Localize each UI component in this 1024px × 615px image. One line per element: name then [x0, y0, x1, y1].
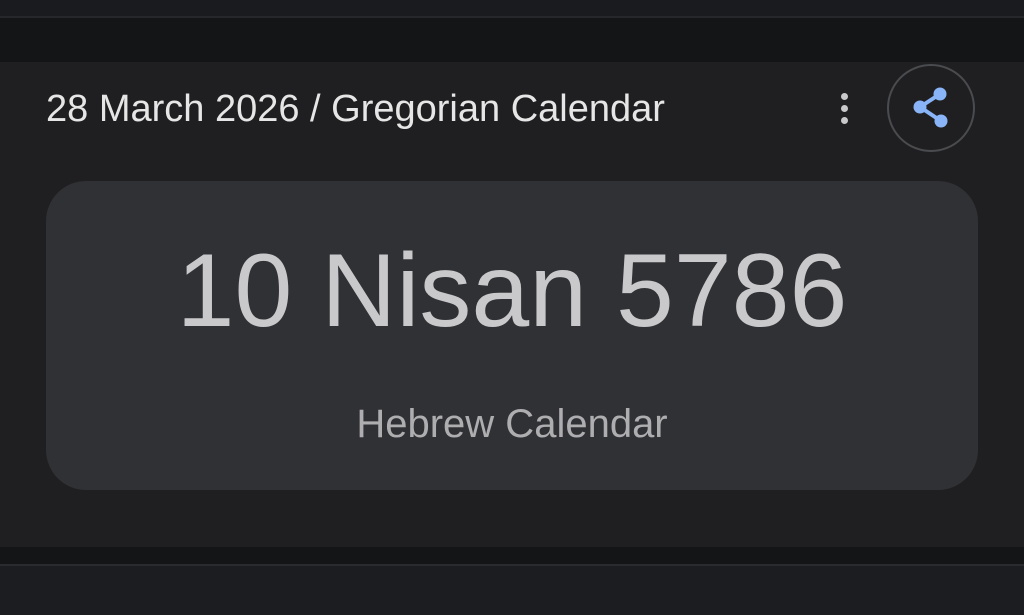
source-date-title: 28 March 2026 / Gregorian Calendar [46, 88, 665, 130]
converted-date-value: 10 Nisan 5786 [176, 233, 848, 349]
more-vert-icon-dot [840, 116, 848, 124]
more-vert-icon-dot [840, 104, 848, 112]
bottom-band [0, 566, 1024, 615]
target-calendar-label: Hebrew Calendar [356, 402, 668, 446]
calendar-converter-screen: 28 March 2026 / Gregorian Calendar 10 Ni… [0, 0, 1024, 615]
share-button[interactable] [887, 64, 975, 152]
top-divider [0, 16, 1024, 18]
top-band [0, 0, 1024, 16]
more-options-button[interactable] [824, 82, 864, 134]
more-vert-icon [840, 92, 848, 100]
share-icon [913, 87, 948, 128]
